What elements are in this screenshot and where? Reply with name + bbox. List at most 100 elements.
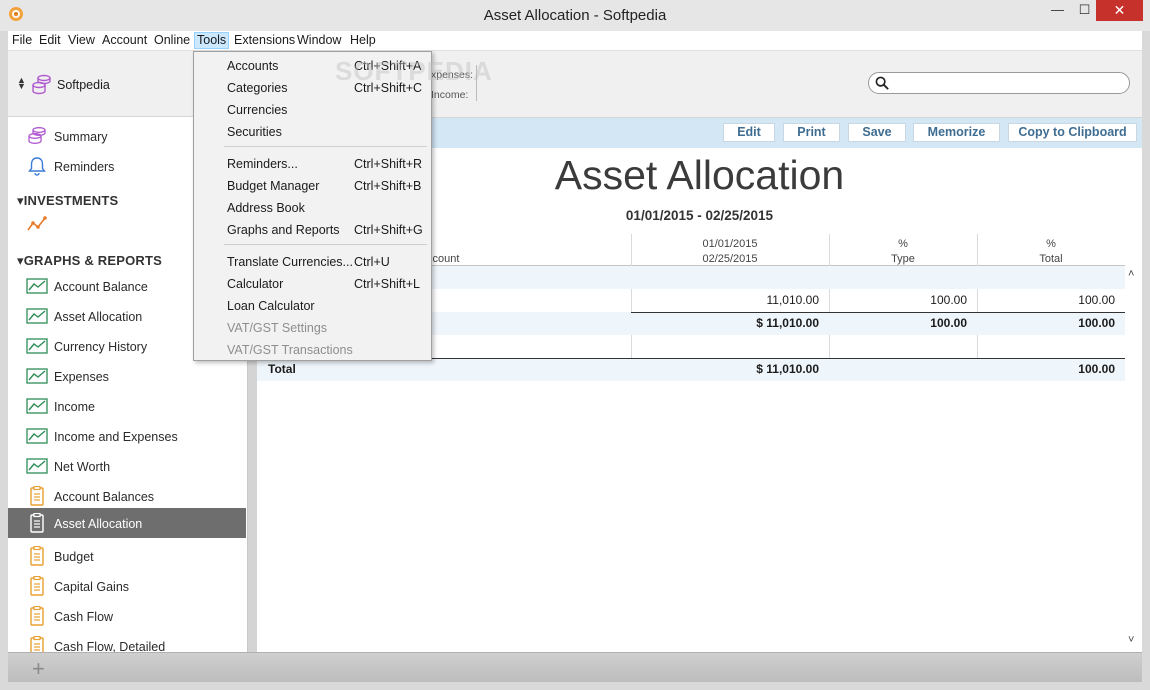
scroll-down-icon[interactable]: ˅	[1128, 634, 1134, 646]
sidebar-item-label: Cash Flow, Detailed	[54, 640, 166, 652]
menu-separator	[224, 244, 427, 245]
print-button[interactable]: Print	[783, 123, 840, 142]
menu-item-label: Loan Calculator	[227, 299, 315, 313]
sidebar-item-label: Account Balances	[54, 490, 155, 504]
menu-item-securities[interactable]: Securities	[194, 121, 431, 143]
header-total-line1: %	[1046, 238, 1056, 250]
sidebar-item-label: Currency History	[54, 340, 148, 354]
menu-item-shortcut: Ctrl+Shift+G	[354, 223, 423, 237]
total-label: Total	[268, 362, 296, 376]
minimize-button[interactable]: —	[1044, 0, 1071, 21]
menu-help[interactable]: Help	[348, 33, 378, 50]
bottom-bar: +	[8, 652, 1142, 682]
section-investments-label: INVESTMENTS	[23, 193, 119, 208]
copy-to-clipboard-button[interactable]: Copy to Clipboard	[1008, 123, 1137, 142]
search-box[interactable]	[868, 72, 1130, 94]
menu-extensions[interactable]: Extensions	[232, 33, 297, 50]
section-graphs-reports[interactable]: ▾GRAPHS & REPORTS	[17, 253, 162, 269]
header-period-line2: 02/25/2015	[702, 253, 758, 265]
menu-item-graphs-and-reports[interactable]: Graphs and Reports Ctrl+Shift+G	[194, 219, 431, 241]
menu-item-label: VAT/GST Settings	[227, 321, 328, 335]
total-amount: $ 11,010.00	[756, 362, 819, 376]
sidebar-item-cash-flow[interactable]: Cash Flow	[8, 601, 246, 631]
window-title: Asset Allocation - Softpedia	[483, 7, 667, 24]
sidebar-item-label: Net Worth	[54, 460, 111, 474]
report-clipboard-icon	[30, 486, 44, 506]
menu-item-translate-currencies[interactable]: Translate Currencies... Ctrl+U	[194, 251, 431, 273]
menu-tools[interactable]: Tools	[194, 32, 230, 49]
menu-window[interactable]: Window	[295, 33, 343, 50]
row-percent-total: 100.00	[1078, 293, 1115, 307]
sidebar-item-income-and-expenses[interactable]: Income and Expenses	[8, 421, 246, 451]
header-period-line1: 01/01/2015	[702, 238, 758, 250]
sidebar-item-cash-flow-detailed[interactable]: Cash Flow, Detailed	[8, 631, 246, 652]
sidebar-item-asset-allocation-report[interactable]: Asset Allocation	[8, 508, 246, 538]
scroll-up-icon[interactable]: ˄	[1128, 268, 1134, 280]
header-percent-type: % Type	[829, 237, 977, 267]
row-amount: 11,010.00	[766, 293, 820, 307]
tools-menu: Accounts Ctrl+Shift+A Categories Ctrl+Shif…	[193, 51, 432, 361]
maximize-button[interactable]: ☐	[1071, 0, 1098, 21]
menu-edit[interactable]: Edit	[37, 33, 63, 50]
menu-account[interactable]: Account	[100, 33, 149, 50]
account-switch-icon[interactable]: ▲ ▼	[17, 76, 26, 91]
menu-item-address-book[interactable]: Address Book	[194, 197, 431, 219]
sidebar-item-label: Cash Flow	[54, 610, 114, 624]
sidebar-item-income[interactable]: Income	[8, 391, 246, 421]
sidebar-item-capital-gains[interactable]: Capital Gains	[8, 571, 246, 601]
total-percent-total: 100.00	[1078, 362, 1115, 376]
header-type-line1: %	[898, 238, 908, 250]
menu-item-currencies[interactable]: Currencies	[194, 99, 431, 121]
subtotal-line	[631, 312, 1125, 313]
subtotal-amount: $ 11,010.00	[756, 316, 819, 330]
menu-item-calculator[interactable]: Calculator Ctrl+Shift+L	[194, 273, 431, 295]
total-row[interactable]: Total $ 11,010.00 100.00	[257, 358, 1125, 381]
menu-item-label: Translate Currencies...	[227, 255, 353, 269]
menu-bar: File Edit View Account Online Tools Exte…	[8, 31, 1142, 51]
menu-item-reminders[interactable]: Reminders... Ctrl+Shift+R	[194, 153, 431, 175]
menu-item-loan-calculator[interactable]: Loan Calculator	[194, 295, 431, 317]
report-clipboard-icon	[30, 636, 44, 652]
menu-item-shortcut: Ctrl+Shift+L	[354, 277, 421, 291]
menu-view[interactable]: View	[66, 33, 97, 50]
menu-item-label: Address Book	[227, 201, 305, 215]
save-button[interactable]: Save	[848, 123, 906, 142]
menu-item-vat-gst-transactions: VAT/GST Transactions	[194, 339, 431, 361]
sidebar-item-label: Capital Gains	[54, 580, 130, 594]
search-input[interactable]	[893, 75, 1123, 91]
subtotal-percent-type: 100.00	[930, 316, 967, 330]
income-label: Income:	[431, 89, 469, 101]
graph-icon	[26, 338, 48, 354]
add-icon[interactable]: +	[32, 656, 45, 682]
graph-icon	[26, 458, 48, 474]
edit-button[interactable]: Edit	[723, 123, 775, 142]
sidebar-item-label: Reminders	[54, 160, 115, 174]
sidebar-item-label: Account Balance	[54, 280, 148, 294]
menu-file[interactable]: File	[10, 33, 34, 50]
memorize-button[interactable]: Memorize	[913, 123, 1000, 142]
sidebar-item-account-balances[interactable]: Account Balances	[8, 481, 246, 511]
graph-icon	[26, 308, 48, 324]
menu-item-shortcut: Ctrl+U	[354, 255, 390, 269]
menu-item-shortcut: Ctrl+Shift+B	[354, 179, 422, 193]
report-scrollbar[interactable]: ˄ ˅	[1125, 264, 1142, 652]
investment-chart-icon	[27, 216, 47, 231]
menu-item-label: Categories	[227, 81, 288, 95]
row-percent-type: 100.00	[930, 293, 967, 307]
menu-item-budget-manager[interactable]: Budget Manager Ctrl+Shift+B	[194, 175, 431, 197]
sidebar-item-budget[interactable]: Budget	[8, 541, 246, 571]
menu-item-label: Graphs and Reports	[227, 223, 340, 237]
sidebar-item-expenses[interactable]: Expenses	[8, 361, 246, 391]
graph-icon	[26, 278, 48, 294]
close-button[interactable]: ✕	[1096, 0, 1143, 21]
header-period: 01/01/2015 02/25/2015	[631, 237, 829, 267]
section-graphs-label: GRAPHS & REPORTS	[23, 253, 163, 268]
header-percent-total: % Total	[977, 237, 1125, 267]
header-total-line2: Total	[1039, 253, 1063, 265]
menu-online[interactable]: Online	[152, 33, 192, 50]
summary-coins-icon	[28, 127, 46, 144]
section-investments[interactable]: ▾INVESTMENTS	[17, 193, 118, 209]
sidebar-item-label: Summary	[54, 130, 108, 144]
menu-item-shortcut: Ctrl+Shift+R	[354, 157, 423, 171]
sidebar-item-net-worth[interactable]: Net Worth	[8, 451, 246, 481]
